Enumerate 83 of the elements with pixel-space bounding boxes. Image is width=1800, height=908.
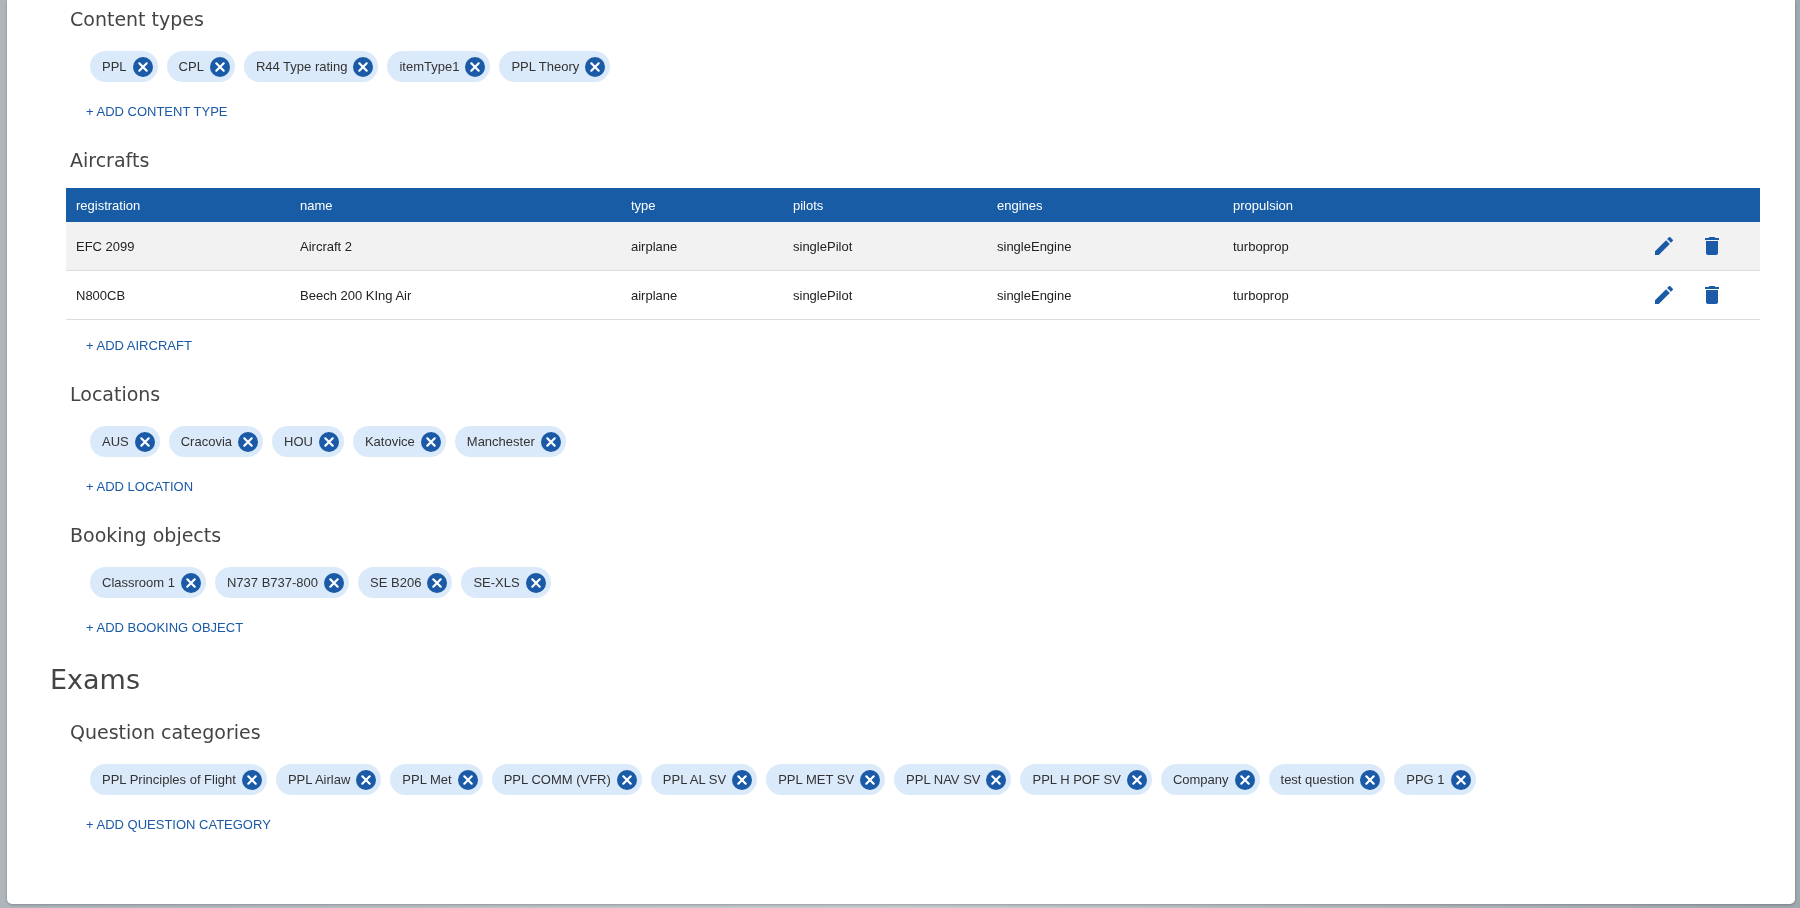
tag-label: HOU bbox=[284, 434, 313, 449]
table-cell-text: singlePilot bbox=[792, 238, 854, 254]
add-link[interactable]: + ADD BOOKING OBJECT bbox=[86, 618, 244, 638]
close-icon[interactable] bbox=[860, 769, 881, 790]
tag-label: PPL MET SV bbox=[778, 772, 855, 787]
tag-label: PPL AL SV bbox=[662, 772, 727, 787]
table-cell-text: Beech 200 KIng Air bbox=[299, 287, 413, 303]
close-icon[interactable] bbox=[1126, 769, 1147, 790]
table-cell-text: EFC 2099 bbox=[75, 238, 136, 254]
tag-label: PPL bbox=[102, 59, 127, 74]
close-icon[interactable] bbox=[238, 431, 259, 452]
table-cell-text: turboprop bbox=[1232, 238, 1290, 254]
tag-label: Katovice bbox=[364, 434, 415, 449]
tag-label: Manchester bbox=[466, 434, 535, 449]
close-icon[interactable] bbox=[457, 769, 478, 790]
close-icon[interactable] bbox=[134, 431, 155, 452]
trash-icon[interactable] bbox=[1705, 286, 1719, 304]
pencil-icon[interactable] bbox=[1655, 286, 1673, 304]
section-title: Aircrafts bbox=[70, 148, 150, 173]
tag-label: PPL H POF SV bbox=[1032, 772, 1121, 787]
close-icon[interactable] bbox=[465, 56, 486, 77]
column-header: pilots bbox=[792, 197, 825, 213]
section-title: Content types bbox=[70, 7, 204, 32]
tag-label: PPL Met bbox=[402, 772, 452, 787]
add-link[interactable]: + ADD LOCATION bbox=[86, 477, 194, 497]
close-icon[interactable] bbox=[324, 572, 345, 593]
close-icon[interactable] bbox=[420, 431, 441, 452]
tag-label: R44 Type rating bbox=[255, 59, 348, 74]
pencil-icon[interactable] bbox=[1655, 237, 1673, 255]
close-icon[interactable] bbox=[732, 769, 753, 790]
close-icon[interactable] bbox=[180, 572, 201, 593]
close-icon[interactable] bbox=[585, 56, 606, 77]
close-icon[interactable] bbox=[540, 431, 561, 452]
tag-label: Company bbox=[1172, 772, 1229, 787]
tag-label: SE-XLS bbox=[473, 575, 520, 590]
close-icon[interactable] bbox=[986, 769, 1007, 790]
column-header: registration bbox=[75, 197, 142, 213]
table-cell-text: N800CB bbox=[75, 287, 127, 303]
add-link[interactable]: + ADD CONTENT TYPE bbox=[86, 102, 228, 122]
close-icon[interactable] bbox=[427, 572, 448, 593]
section-title: Locations bbox=[70, 382, 161, 407]
close-icon[interactable] bbox=[209, 56, 230, 77]
column-header: engines bbox=[996, 197, 1044, 213]
tag-label: itemType1 bbox=[399, 59, 460, 74]
close-icon[interactable] bbox=[1360, 769, 1381, 790]
close-icon[interactable] bbox=[132, 56, 153, 77]
close-icon[interactable] bbox=[616, 769, 637, 790]
tag-label: CPL bbox=[178, 59, 204, 74]
table-cell-text: airplane bbox=[630, 287, 679, 303]
column-header: propulsion bbox=[1232, 197, 1294, 213]
table-cell-text: turboprop bbox=[1232, 287, 1290, 303]
tag-label: PPL Principles of Flight bbox=[102, 772, 236, 787]
tag-label: PPL NAV SV bbox=[906, 772, 981, 787]
add-link[interactable]: + ADD AIRCRAFT bbox=[86, 336, 192, 356]
tag-label: test question bbox=[1280, 772, 1355, 787]
close-icon[interactable] bbox=[1234, 769, 1255, 790]
close-icon[interactable] bbox=[1450, 769, 1471, 790]
close-icon[interactable] bbox=[356, 769, 377, 790]
add-link[interactable]: + ADD QUESTION CATEGORY bbox=[86, 815, 271, 835]
close-icon[interactable] bbox=[318, 431, 339, 452]
table-cell-text: singlePilot bbox=[792, 287, 854, 303]
close-icon[interactable] bbox=[353, 56, 374, 77]
tag-label: N737 B737-800 bbox=[226, 575, 319, 590]
tag-label: SE B206 bbox=[370, 575, 422, 590]
table-cell-text: Aircraft 2 bbox=[299, 238, 353, 254]
tag-label: AUS bbox=[102, 434, 129, 449]
close-icon[interactable] bbox=[241, 769, 262, 790]
group-title: Exams bbox=[50, 663, 140, 697]
column-header: name bbox=[299, 197, 334, 213]
tag-label: PPL Theory bbox=[511, 59, 580, 74]
tag-label: Cracovia bbox=[180, 434, 233, 449]
tag-label: PPL COMM (VFR) bbox=[503, 772, 611, 787]
section-title: Question categories bbox=[70, 720, 261, 745]
section-title: Booking objects bbox=[70, 523, 222, 548]
tag-label: PPG 1 bbox=[1406, 772, 1445, 787]
table-cell-text: airplane bbox=[630, 238, 679, 254]
table-cell-text: singleEngine bbox=[996, 238, 1073, 254]
close-icon[interactable] bbox=[525, 572, 546, 593]
tag-label: Classroom 1 bbox=[102, 575, 175, 590]
table-cell-text: singleEngine bbox=[996, 287, 1073, 303]
column-header: type bbox=[630, 197, 657, 213]
tag-label: PPL Airlaw bbox=[287, 772, 351, 787]
trash-icon[interactable] bbox=[1705, 237, 1719, 255]
